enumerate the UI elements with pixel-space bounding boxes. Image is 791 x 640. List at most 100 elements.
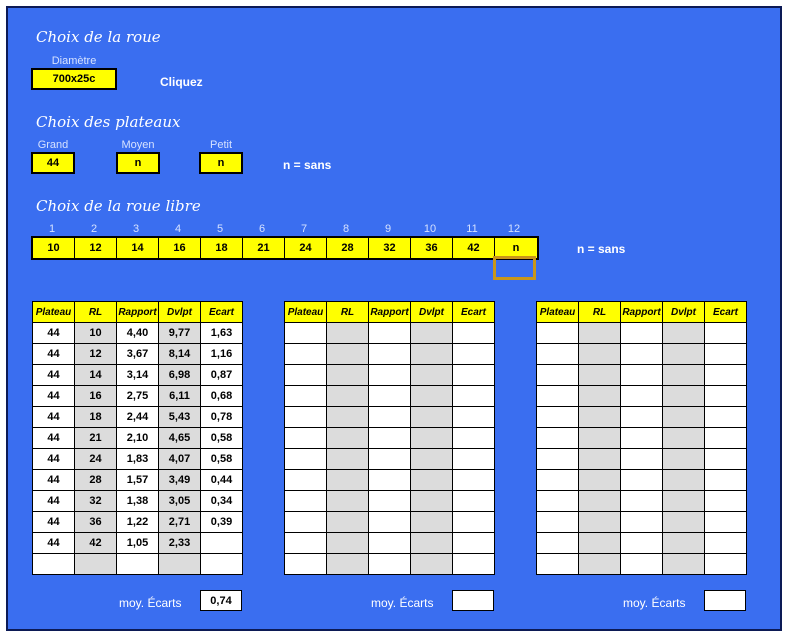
table-cell[interactable] (410, 490, 453, 512)
table-cell[interactable] (662, 364, 705, 386)
table-cell[interactable] (452, 364, 495, 386)
table-cell[interactable] (536, 322, 579, 344)
table-cell[interactable]: 6,98 (158, 364, 201, 386)
table-cell[interactable] (536, 469, 579, 491)
table-cell[interactable] (536, 511, 579, 533)
table-cell[interactable]: 44 (32, 511, 75, 533)
table-cell[interactable] (452, 385, 495, 407)
table-cell[interactable] (662, 490, 705, 512)
table-cell[interactable]: 21 (74, 427, 117, 449)
table-cell[interactable] (410, 406, 453, 428)
table-cell[interactable]: 1,63 (200, 322, 243, 344)
table-cell[interactable]: 44 (32, 532, 75, 554)
table-cell[interactable]: 44 (32, 448, 75, 470)
table-cell[interactable] (704, 490, 747, 512)
table-cell[interactable]: 42 (74, 532, 117, 554)
table-cell[interactable] (452, 343, 495, 365)
table-cell[interactable] (410, 469, 453, 491)
table-cell[interactable] (326, 532, 369, 554)
table-cell[interactable] (704, 427, 747, 449)
table-cell[interactable] (578, 364, 621, 386)
roue-libre-cell[interactable]: 32 (369, 238, 411, 258)
table-cell[interactable] (704, 469, 747, 491)
table-cell[interactable] (200, 532, 243, 554)
table-cell[interactable] (704, 532, 747, 554)
table-cell[interactable]: 2,75 (116, 385, 159, 407)
roue-libre-cell[interactable]: 24 (285, 238, 327, 258)
roue-libre-cell[interactable]: 10 (33, 238, 75, 258)
table-cell[interactable] (536, 406, 579, 428)
table-cell[interactable] (326, 511, 369, 533)
table-cell[interactable] (284, 343, 327, 365)
table-cell[interactable] (410, 511, 453, 533)
table-cell[interactable] (662, 406, 705, 428)
table-cell[interactable] (620, 406, 663, 428)
roue-libre-cell[interactable]: 42 (453, 238, 495, 258)
table-cell[interactable]: 3,67 (116, 343, 159, 365)
table-cell[interactable] (578, 343, 621, 365)
table-cell[interactable]: 2,44 (116, 406, 159, 428)
table-cell[interactable]: 0,39 (200, 511, 243, 533)
table-cell[interactable] (452, 406, 495, 428)
table-cell[interactable]: 0,44 (200, 469, 243, 491)
table-cell[interactable] (620, 511, 663, 533)
table-cell[interactable] (326, 322, 369, 344)
table-cell[interactable] (704, 448, 747, 470)
table-cell[interactable]: 12 (74, 343, 117, 365)
table-cell[interactable] (536, 427, 579, 449)
table-cell[interactable]: 1,16 (200, 343, 243, 365)
table-cell[interactable]: 4,07 (158, 448, 201, 470)
table-cell[interactable] (536, 385, 579, 407)
table-cell[interactable] (410, 427, 453, 449)
table-cell[interactable]: 4,65 (158, 427, 201, 449)
table-cell[interactable] (704, 511, 747, 533)
table-cell[interactable] (578, 511, 621, 533)
table-cell[interactable] (32, 553, 75, 575)
table-cell[interactable]: 14 (74, 364, 117, 386)
plateau-moyen-input[interactable]: n (116, 152, 160, 174)
table-cell[interactable] (326, 406, 369, 428)
table-cell[interactable] (284, 490, 327, 512)
table-cell[interactable]: 6,11 (158, 385, 201, 407)
roue-libre-cell[interactable]: n (495, 238, 537, 258)
table-cell[interactable] (662, 553, 705, 575)
table-cell[interactable] (410, 385, 453, 407)
table-cell[interactable]: 2,10 (116, 427, 159, 449)
table-cell[interactable] (620, 343, 663, 365)
table-cell[interactable] (410, 448, 453, 470)
table-cell[interactable]: 44 (32, 364, 75, 386)
table-cell[interactable] (578, 532, 621, 554)
table-cell[interactable] (410, 364, 453, 386)
table-cell[interactable] (368, 511, 411, 533)
table-cell[interactable] (662, 427, 705, 449)
table-cell[interactable] (326, 469, 369, 491)
table-cell[interactable] (662, 343, 705, 365)
table-cell[interactable] (578, 322, 621, 344)
table-cell[interactable] (368, 406, 411, 428)
table-cell[interactable]: 28 (74, 469, 117, 491)
table-cell[interactable] (410, 343, 453, 365)
table-cell[interactable] (284, 553, 327, 575)
table-cell[interactable] (704, 406, 747, 428)
table-cell[interactable] (620, 385, 663, 407)
table-cell[interactable] (284, 406, 327, 428)
table-cell[interactable] (704, 322, 747, 344)
table-cell[interactable] (578, 406, 621, 428)
table-cell[interactable] (620, 364, 663, 386)
table-cell[interactable] (326, 490, 369, 512)
table-cell[interactable] (662, 511, 705, 533)
table-cell[interactable] (620, 553, 663, 575)
table-cell[interactable]: 44 (32, 469, 75, 491)
table-cell[interactable] (620, 490, 663, 512)
table-cell[interactable]: 3,05 (158, 490, 201, 512)
table-cell[interactable]: 44 (32, 385, 75, 407)
roue-libre-cell[interactable]: 21 (243, 238, 285, 258)
table-cell[interactable] (284, 448, 327, 470)
table-cell[interactable]: 1,22 (116, 511, 159, 533)
table-cell[interactable] (452, 511, 495, 533)
wheel-diameter-select[interactable]: 700x25c (31, 68, 117, 90)
table-cell[interactable] (620, 448, 663, 470)
roue-libre-cell[interactable]: 14 (117, 238, 159, 258)
table-cell[interactable]: 0,34 (200, 490, 243, 512)
table-cell[interactable] (368, 532, 411, 554)
